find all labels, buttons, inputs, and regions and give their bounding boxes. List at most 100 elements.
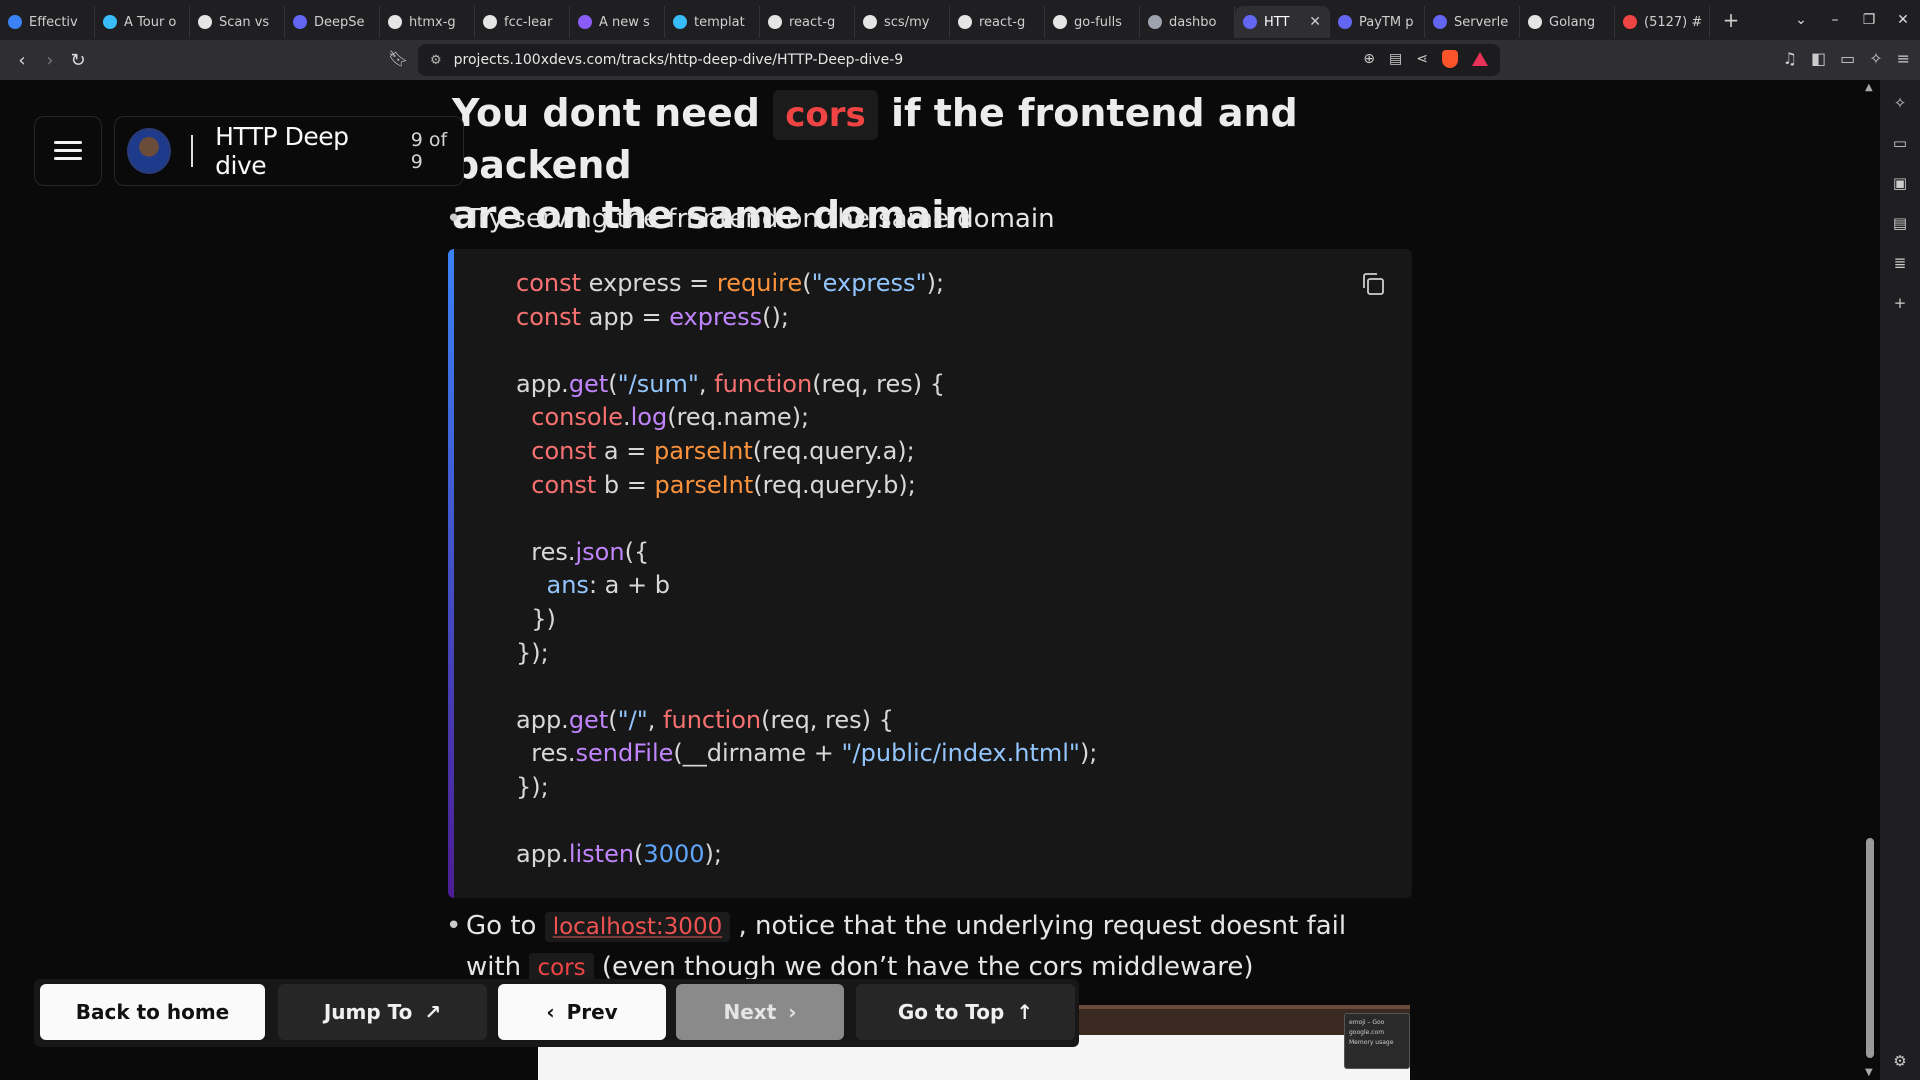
localhost-link[interactable]: localhost:3000 <box>544 912 731 942</box>
bookmark-icon[interactable]: 🔖︎ <box>388 49 408 68</box>
browser-tab[interactable]: Serverle <box>1425 6 1520 38</box>
prev-button[interactable]: ‹ Prev <box>498 984 666 1040</box>
tab-label: Effectiv <box>29 14 78 30</box>
hamburger-menu-button[interactable] <box>34 116 102 186</box>
favicon-icon <box>863 15 877 29</box>
brave-rewards-icon[interactable] <box>1472 52 1488 66</box>
reading-list-icon[interactable]: ▭ <box>1893 134 1907 152</box>
copy-icon[interactable] <box>1360 271 1386 297</box>
toolbar-right: ♫ ◧ ▭ ✧ ≡ <box>1783 49 1910 68</box>
browser-tab[interactable]: (5127) # <box>1615 6 1710 38</box>
scrollbar-thumb[interactable] <box>1866 838 1874 1058</box>
page-scrollbar[interactable]: ▲ ▼ <box>1860 80 1880 1080</box>
gear-icon[interactable]: ⚙ <box>1893 1052 1906 1070</box>
browser-tab[interactable]: Scan vs <box>190 6 285 38</box>
leo-icon[interactable]: ✧ <box>1894 94 1907 112</box>
chevron-left-icon: ‹ <box>546 1000 555 1024</box>
sidebar-toggle-icon[interactable]: ◧ <box>1811 49 1826 68</box>
site-info-icon[interactable]: ⚙ <box>430 53 442 68</box>
code-token: a = <box>596 436 654 465</box>
browser-tab[interactable]: DeepSe <box>285 6 380 38</box>
back-icon[interactable]: ‹ <box>8 50 36 71</box>
media-icon[interactable]: ♫ <box>1783 49 1797 68</box>
code-token: (req, res) { <box>812 369 946 398</box>
browser-tab[interactable]: scs/my <box>855 6 950 38</box>
code-token: ({ <box>624 537 650 566</box>
zoom-icon[interactable]: ⊕ <box>1363 51 1375 67</box>
favicon-icon <box>673 15 687 29</box>
browser-tab[interactable]: go-fulls <box>1045 6 1140 38</box>
leo-ai-icon[interactable]: ✧ <box>1869 49 1882 68</box>
reload-icon[interactable]: ↻ <box>64 50 92 71</box>
favicon-icon <box>198 15 212 29</box>
browser-tab[interactable]: A Tour o <box>95 6 190 38</box>
list-item: Go to localhost:3000 , notice that the u… <box>446 906 1396 988</box>
browser-tab[interactable]: Golang <box>1520 6 1615 38</box>
scroll-down-icon[interactable]: ▼ <box>1865 1067 1873 1078</box>
wallet-sidebar-icon[interactable]: ▣ <box>1893 174 1907 192</box>
go-to-top-button[interactable]: Go to Top ↑ <box>856 984 1075 1040</box>
add-panel-icon[interactable]: + <box>1894 294 1907 312</box>
share-icon[interactable]: ⋖ <box>1416 51 1428 67</box>
heading-code-chip: cors <box>773 90 878 140</box>
url-text[interactable]: projects.100xdevs.com/tracks/http-deep-d… <box>454 52 904 68</box>
code-token: . <box>622 403 631 432</box>
back-to-home-button[interactable]: Back to home <box>40 984 265 1040</box>
code-token: function <box>663 705 762 734</box>
popup-line: emoji – Goo <box>1349 1019 1385 1026</box>
favicon-icon <box>958 15 972 29</box>
scroll-up-icon[interactable]: ▲ <box>1865 82 1873 93</box>
bullet-text: (even though we don’t have the cors midd… <box>601 952 1254 982</box>
code-line: const a = parseInt(req.query.a); <box>516 435 1097 469</box>
track-title: HTTP Deep dive <box>215 122 349 180</box>
code-token: , <box>698 369 715 398</box>
favicon-icon <box>1148 15 1162 29</box>
brave-shields-icon[interactable] <box>1442 50 1458 68</box>
browser-tab[interactable]: HTT ✕ <box>1235 6 1330 38</box>
browser-tab[interactable]: Effectiv <box>0 6 95 38</box>
browser-tab[interactable]: templat <box>665 6 760 38</box>
browser-tab[interactable]: react-g <box>950 6 1045 38</box>
forward-icon[interactable]: › <box>36 50 64 71</box>
code-line: res.sendFile(__dirname + "/public/index.… <box>516 737 1097 771</box>
reader-mode-icon[interactable]: ▤ <box>1389 51 1402 67</box>
favicon-icon <box>8 15 22 29</box>
history-icon[interactable]: ≣ <box>1894 254 1907 272</box>
minimize-button[interactable]: – <box>1818 12 1852 28</box>
maximize-button[interactable]: ❐ <box>1852 12 1886 28</box>
browser-tab[interactable]: A new s <box>570 6 665 38</box>
tab-label: react-g <box>789 14 836 30</box>
tab-label: scs/my <box>884 14 930 30</box>
browser-tab[interactable]: react-g <box>760 6 855 38</box>
tab-search-icon[interactable]: ⌄ <box>1784 12 1818 28</box>
browser-tab[interactable]: fcc-lear <box>475 6 570 38</box>
next-button[interactable]: Next › <box>676 984 844 1040</box>
code-token: 3000 <box>643 840 705 869</box>
browser-tab[interactable]: htmx-g <box>380 6 475 38</box>
jump-to-button[interactable]: Jump To ↗ <box>278 984 487 1040</box>
divider <box>191 135 194 167</box>
code-token: ans <box>546 571 589 600</box>
browser-tab[interactable]: dashbo <box>1140 6 1235 38</box>
close-window-button[interactable]: ✕ <box>1886 12 1920 28</box>
code-token: json <box>575 537 625 566</box>
browser-tab[interactable]: PayTM p <box>1330 6 1425 38</box>
tab-label: react-g <box>979 14 1026 30</box>
address-bar[interactable]: ⚙ projects.100xdevs.com/tracks/http-deep… <box>418 44 1500 76</box>
code-token: express <box>669 302 763 331</box>
wallet-icon[interactable]: ▭ <box>1840 49 1855 68</box>
code-token: }); <box>516 638 549 667</box>
menu-icon[interactable]: ≡ <box>1897 49 1910 68</box>
arrow-up-right-icon: ↗ <box>424 1000 442 1024</box>
code-token: (req.name); <box>667 403 810 432</box>
bookmarks-icon[interactable]: ▤ <box>1893 214 1907 232</box>
code-token: }) <box>516 604 556 633</box>
code-token: res. <box>516 537 576 566</box>
favicon-icon <box>1623 15 1637 29</box>
close-tab-icon[interactable]: ✕ <box>1309 14 1321 30</box>
new-tab-button[interactable]: + <box>1716 8 1746 32</box>
